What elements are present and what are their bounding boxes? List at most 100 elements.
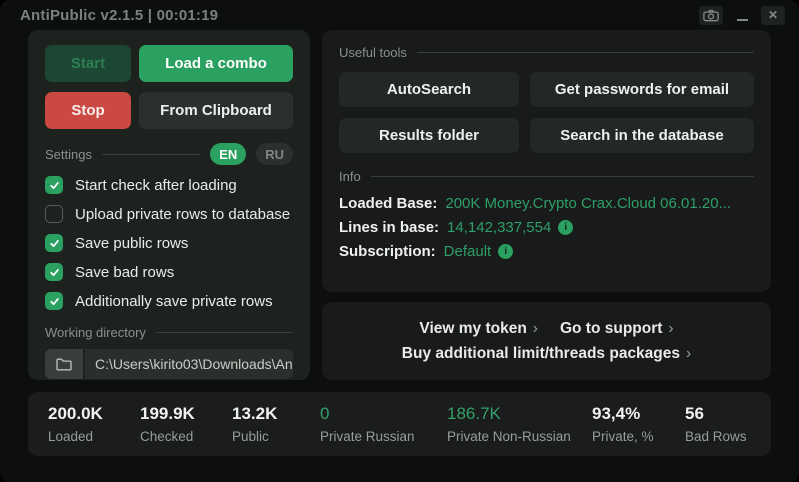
subscription-label: Subscription:: [339, 243, 436, 260]
title-bar: AntiPublic v2.1.5 | 00:01:19 ✕: [0, 0, 799, 30]
minimize-button[interactable]: [730, 6, 754, 25]
app-window: AntiPublic v2.1.5 | 00:01:19 ✕ Start Loa…: [0, 0, 799, 482]
checkbox-label: Upload private rows to database: [75, 206, 290, 223]
folder-icon: [56, 358, 72, 371]
subscription-row: Subscription: Default i: [339, 243, 754, 260]
working-directory-label: Working directory: [45, 325, 146, 340]
stat-value: 0: [320, 404, 447, 424]
stat-label: Loaded: [48, 429, 140, 444]
stat-value: 13.2K: [232, 404, 320, 424]
stat-public: 13.2K Public: [232, 404, 320, 444]
language-ru-button[interactable]: RU: [256, 143, 293, 165]
stat-label: Private Non-Russian: [447, 429, 592, 444]
stat-value: 200.0K: [48, 404, 140, 424]
stat-label: Private Russian: [320, 429, 447, 444]
checkbox-label: Save public rows: [75, 235, 188, 252]
buy-packages-label: Buy additional limit/threads packages: [402, 345, 680, 362]
stat-value: 56: [685, 404, 747, 424]
control-panel: Start Load a combo Stop From Clipboard S…: [28, 30, 310, 380]
action-buttons: Start Load a combo Stop From Clipboard: [45, 45, 293, 129]
checkbox-row-start-check[interactable]: Start check after loading: [45, 176, 293, 194]
checkbox-icon[interactable]: [45, 263, 63, 281]
chevron-right-icon: ›: [668, 320, 673, 337]
checkbox-icon[interactable]: [45, 234, 63, 252]
working-directory-row: C:\Users\kirito03\Downloads\An...: [45, 349, 293, 379]
useful-tools-label: Useful tools: [339, 45, 407, 60]
screenshot-button[interactable]: [699, 6, 723, 25]
browse-folder-button[interactable]: [45, 349, 83, 379]
close-button[interactable]: ✕: [761, 6, 785, 25]
stop-button[interactable]: Stop: [45, 92, 131, 129]
checkbox-row-upload-private[interactable]: Upload private rows to database: [45, 205, 293, 223]
info-icon[interactable]: i: [498, 244, 513, 259]
search-database-button[interactable]: Search in the database: [530, 118, 754, 153]
chevron-right-icon: ›: [686, 345, 691, 362]
info-icon[interactable]: i: [558, 220, 573, 235]
stat-label: Public: [232, 429, 320, 444]
checkbox-label: Additionally save private rows: [75, 293, 273, 310]
stat-private-non-russian: 186.7K Private Non-Russian: [447, 404, 592, 444]
stat-bad-rows: 56 Bad Rows: [685, 404, 747, 444]
lines-in-base-row: Lines in base: 14,142,337,554 i: [339, 219, 754, 236]
stat-private-russian: 0 Private Russian: [320, 404, 447, 444]
links-panel: View my token › Go to support › Buy additi…: [322, 302, 771, 380]
divider-line: [156, 332, 293, 333]
loaded-base-row: Loaded Base: 200K Money.Crypto Crax.Clou…: [339, 195, 754, 212]
go-to-support-link[interactable]: Go to support ›: [560, 320, 674, 338]
go-to-support-label: Go to support: [560, 320, 662, 337]
close-icon: ✕: [768, 9, 778, 21]
autosearch-button[interactable]: AutoSearch: [339, 72, 519, 107]
loaded-base-value: 200K Money.Crypto Crax.Cloud 06.01.20...: [445, 195, 731, 212]
checkbox-label: Start check after loading: [75, 177, 237, 194]
stat-loaded: 200.0K Loaded: [48, 404, 140, 444]
checkbox-row-save-private[interactable]: Additionally save private rows: [45, 292, 293, 310]
stat-label: Bad Rows: [685, 429, 747, 444]
stat-checked: 199.9K Checked: [140, 404, 232, 444]
lines-in-base-label: Lines in base:: [339, 219, 439, 236]
minimize-icon: [737, 19, 748, 21]
working-directory-field[interactable]: C:\Users\kirito03\Downloads\An...: [85, 349, 293, 379]
start-button[interactable]: Start: [45, 45, 131, 82]
settings-header-label: Settings: [45, 147, 92, 162]
stat-value: 93,4%: [592, 404, 685, 424]
useful-tools-header-row: Useful tools: [339, 45, 754, 60]
links-row-bottom: Buy additional limit/threads packages ›: [391, 345, 702, 363]
buy-packages-link[interactable]: Buy additional limit/threads packages ›: [402, 345, 691, 363]
language-en-button[interactable]: EN: [210, 143, 246, 165]
view-my-token-link[interactable]: View my token ›: [419, 320, 538, 338]
checkbox-icon[interactable]: [45, 205, 63, 223]
checkbox-icon[interactable]: [45, 176, 63, 194]
links-row-top: View my token › Go to support ›: [408, 320, 684, 338]
settings-header-row: Settings EN RU: [45, 143, 293, 165]
stat-private-percent: 93,4% Private, %: [592, 404, 685, 444]
subscription-value: Default: [444, 243, 492, 260]
results-folder-button[interactable]: Results folder: [339, 118, 519, 153]
working-directory-header-row: Working directory: [45, 325, 293, 340]
tools-buttons: AutoSearch Get passwords for email Resul…: [339, 72, 754, 153]
lines-in-base-value: 14,142,337,554: [447, 219, 551, 236]
info-header-row: Info: [339, 169, 754, 184]
from-clipboard-button[interactable]: From Clipboard: [139, 92, 293, 129]
checkbox-icon[interactable]: [45, 292, 63, 310]
divider-line: [417, 52, 754, 53]
view-my-token-label: View my token: [419, 320, 526, 337]
stat-label: Checked: [140, 429, 232, 444]
stat-value: 186.7K: [447, 404, 592, 424]
checkbox-row-save-bad[interactable]: Save bad rows: [45, 263, 293, 281]
stat-label: Private, %: [592, 429, 685, 444]
loaded-base-label: Loaded Base:: [339, 195, 437, 212]
window-title: AntiPublic v2.1.5 | 00:01:19: [20, 7, 218, 24]
chevron-right-icon: ›: [533, 320, 538, 337]
camera-icon: [703, 9, 719, 22]
checkbox-row-save-public[interactable]: Save public rows: [45, 234, 293, 252]
get-passwords-button[interactable]: Get passwords for email: [530, 72, 754, 107]
tools-info-panel: Useful tools AutoSearch Get passwords fo…: [322, 30, 771, 292]
divider-line: [102, 154, 200, 155]
checkbox-label: Save bad rows: [75, 264, 174, 281]
info-rows: Loaded Base: 200K Money.Crypto Crax.Clou…: [339, 195, 754, 260]
divider-line: [371, 176, 754, 177]
load-combo-button[interactable]: Load a combo: [139, 45, 293, 82]
info-label: Info: [339, 169, 361, 184]
stats-bar: 200.0K Loaded 199.9K Checked 13.2K Publi…: [28, 392, 771, 456]
window-controls: ✕: [699, 6, 785, 25]
